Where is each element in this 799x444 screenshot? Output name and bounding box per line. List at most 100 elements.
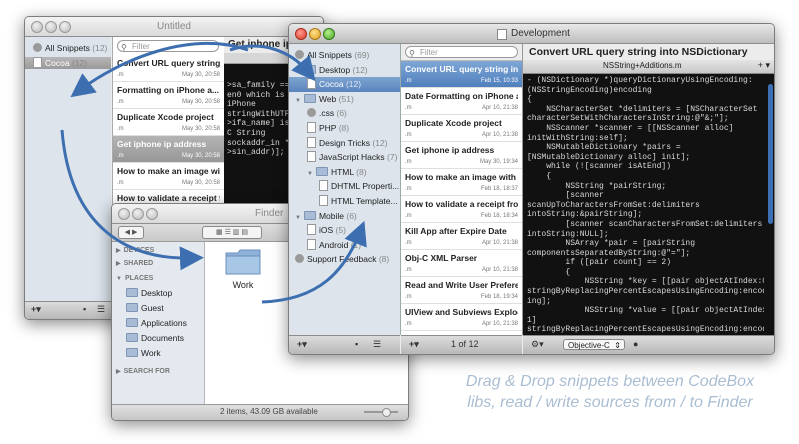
sidebar-item[interactable]: .css (6) [289, 106, 400, 121]
sidebar-item-cocoa[interactable]: Cocoa (12) [25, 57, 111, 69]
sidebar-place-item[interactable]: Desktop [112, 286, 204, 301]
sidebar-item-count: (6) [346, 210, 357, 221]
sidebar-item[interactable]: ▼ Mobile (6) [289, 209, 400, 224]
close-button[interactable] [118, 208, 130, 220]
list-item[interactable]: Convert URL query string int... .m Feb 15,… [401, 61, 522, 88]
list-item[interactable]: Duplicate Xcode project .m Apr 10, 21:38 [401, 115, 522, 142]
code-line: 1] [527, 315, 537, 325]
filter-placeholder: Filter [420, 48, 438, 57]
folder-work-icon[interactable] [225, 249, 261, 275]
sidebar-item[interactable]: ▼ Web (51) [289, 92, 400, 107]
zoom-button[interactable] [146, 208, 158, 220]
sidebar-item[interactable]: Design Tricks (12) [289, 136, 400, 151]
close-button[interactable] [31, 21, 43, 33]
minimize-button[interactable] [309, 28, 321, 40]
list-item[interactable]: How to make an image with fr... .m Feb 18,… [401, 169, 522, 196]
list-action-icon[interactable]: ☰ [97, 304, 105, 315]
folder-icon [315, 166, 328, 176]
snippet-title: Get iphone ip address [117, 139, 207, 149]
sidebar-item[interactable]: PHP (8) [289, 121, 400, 136]
document-icon [307, 238, 316, 250]
snippet-date: May 30, 20:58 [181, 99, 220, 105]
folder-icon [303, 210, 316, 220]
sidebar-item[interactable]: JavaScript Hacks (7) [289, 150, 400, 165]
filter-input[interactable]: ⚲ Filter [117, 40, 219, 52]
development-window: Development All Snippets (69) ▼ Desktop (1… [288, 23, 775, 355]
list-item[interactable]: Date Formatting on iPhone a... .m Apr 10, … [401, 88, 522, 115]
sidebar-place-item[interactable]: Applications [112, 316, 204, 331]
snippet-title: How to make an image with fr... [405, 172, 518, 182]
code-view[interactable]: - (NSDictionary *)queryDictionaryUsingEn… [527, 76, 764, 335]
sidebar-item[interactable]: Support Feedback (8) [289, 252, 400, 267]
list-item[interactable]: UIView and Subviews Exploded .m Apr 10, 21… [401, 304, 522, 331]
list-item[interactable]: Get iphone ip address .m May 30, 20:58 [113, 136, 224, 163]
tab-add-button[interactable]: + ▾ [758, 60, 770, 71]
folder-action-icon[interactable]: ▪ [355, 339, 358, 349]
sidebar-item[interactable]: All Snippets (69) [289, 48, 400, 63]
snippet-date: Apr 10, 21:38 [481, 321, 518, 327]
sidebar-section-places[interactable]: ▼ PLACES [112, 271, 204, 286]
disclosure-triangle-icon[interactable]: ▼ [295, 98, 301, 104]
snippet-title: Convert URL query string int... [405, 64, 518, 74]
file-tab[interactable]: NSString+Additions.m [603, 61, 681, 70]
code-line: intoString:NULL]; [527, 229, 609, 239]
sidebar-item[interactable]: ▼ Desktop (12) [289, 63, 400, 78]
gear-icon[interactable]: ⚙▾ [531, 339, 544, 350]
sidebar-item[interactable]: DHTML Properti... [289, 179, 400, 194]
code-scrollbar[interactable] [768, 84, 773, 224]
sidebar-item-label: Documents [141, 333, 184, 343]
code-line: componentsSeparatedByString:@"="]; [527, 248, 691, 258]
desktop-icon [126, 288, 138, 297]
list-item[interactable]: Convert URL query string int... .m May 30,… [113, 55, 224, 82]
disclosure-triangle-icon[interactable]: ▼ [295, 69, 301, 75]
close-button[interactable] [295, 28, 307, 40]
zoom-button[interactable] [59, 21, 71, 33]
sidebar-item[interactable]: Cocoa (12) [289, 77, 400, 93]
sidebar-item[interactable]: ▼ HTML (8) [289, 165, 400, 180]
window-title: Finder [255, 208, 284, 219]
add-library-button[interactable]: +▾ [297, 339, 307, 350]
sidebar-item-count: (8) [338, 123, 350, 133]
list-item[interactable]: Kill App after Expire Date .m Apr 10, 21:3… [401, 223, 522, 250]
disclosure-triangle-icon[interactable]: ▼ [295, 215, 301, 221]
minimize-button[interactable] [132, 208, 144, 220]
folder-action-icon[interactable]: ▪ [83, 304, 86, 314]
list-item[interactable]: Formatting on iPhone a... .m May 30, 20:58 [113, 82, 224, 109]
sidebar-item-count: (69) [354, 50, 370, 60]
sidebar-item-label: Mobile [318, 210, 344, 221]
list-item[interactable]: Read and Write User Prefere... .m Feb 18, … [401, 277, 522, 304]
sidebar-place-item[interactable]: Guest [112, 301, 204, 316]
sidebar-item-label: Web [318, 93, 337, 104]
minimize-button[interactable] [45, 21, 57, 33]
list-item[interactable]: How to validate a receipt fro... .m Feb 18… [401, 196, 522, 223]
icon-size-slider[interactable] [364, 411, 398, 413]
back-button[interactable]: ◀ ▶ [118, 226, 144, 239]
list-item[interactable]: Obj-C XML Parser .m Apr 10, 21:38 [401, 250, 522, 277]
sidebar-item-count: (12) [345, 79, 362, 90]
sidebar-section-search-for[interactable]: ▶ SEARCH FOR [112, 364, 204, 379]
view-icons-button[interactable]: ▦ ☰ ▥ ▤ [202, 226, 262, 239]
sidebar-place-item[interactable]: Documents [112, 331, 204, 346]
language-select[interactable]: Objective-C ⇕ [563, 339, 625, 350]
list-item[interactable]: Duplicate Xcode project .m May 30, 20:58 [113, 109, 224, 136]
filter-input[interactable]: ⚲ Filter [405, 46, 518, 58]
sidebar-section-shared[interactable]: ▶ SHARED [112, 256, 204, 271]
list-item[interactable]: Get iphone ip address .m May 30, 19:34 [401, 142, 522, 169]
sidebar-item[interactable]: HTML Template... [289, 194, 400, 209]
home-icon [126, 303, 138, 312]
sidebar-item[interactable]: iOS (5) [289, 223, 400, 238]
sidebar-place-item[interactable]: Work [112, 346, 204, 361]
sidebar-item[interactable]: Android (1) [289, 238, 400, 253]
list-action-icon[interactable]: ☰ [373, 339, 381, 350]
zoom-button[interactable] [323, 28, 335, 40]
snippet-date: Feb 15, 10:33 [480, 78, 518, 84]
disclosure-triangle-icon[interactable]: ▼ [307, 171, 313, 177]
dev-sidebar-bottom-bar: +▾ ▪ ☰ [289, 335, 400, 354]
list-item[interactable]: How to make an image with ... .m May 30, 2… [113, 163, 224, 190]
add-snippet-button[interactable]: +▾ [409, 339, 419, 350]
sidebar-item-all-snippets[interactable]: All Snippets (12) [25, 41, 111, 56]
snippet-lang: .m [405, 132, 412, 138]
slider-knob[interactable] [382, 408, 391, 417]
add-button[interactable]: +▾ [31, 304, 41, 315]
sidebar-item-label: Cocoa [45, 58, 70, 68]
